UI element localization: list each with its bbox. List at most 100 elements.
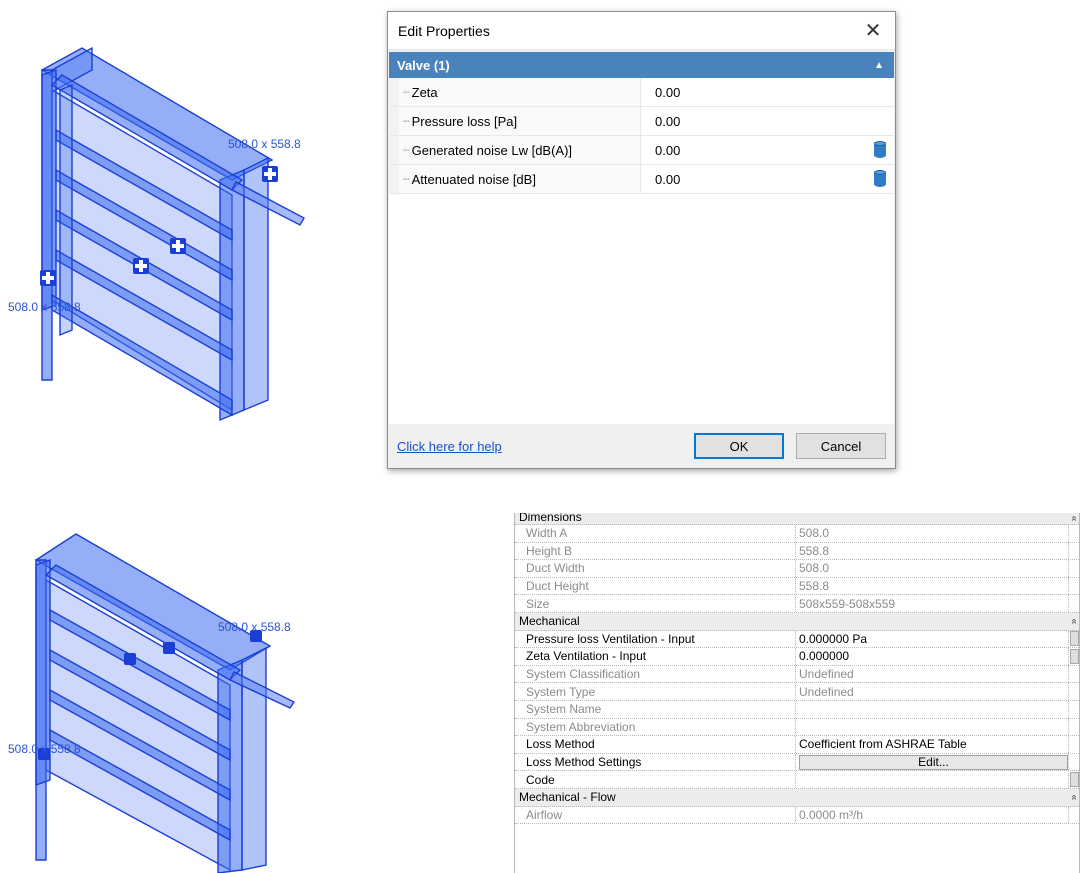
dialog-titlebar[interactable]: Edit Properties ✕ [388, 12, 895, 50]
row-scroll-handle[interactable] [1069, 771, 1079, 788]
viewport-bottom[interactable]: 508.0 x 558.8 508.0 x 558.8 [0, 520, 330, 873]
row-value: 558.8 [796, 577, 1069, 595]
row-gutter [1069, 543, 1079, 560]
property-value-text[interactable]: 0.00 [655, 143, 680, 158]
property-value[interactable]: 0.00 [641, 165, 894, 193]
row-pressure-loss-ventilation[interactable]: Pressure loss Ventilation - Input 0.0000… [515, 630, 1079, 649]
row-value-cell: Edit... [796, 753, 1069, 771]
group-dimensions-label: Dimensions [519, 513, 582, 524]
group-mechanical-label: Mechanical [519, 614, 580, 629]
row-loss-method-settings[interactable]: Loss Method Settings Edit... [515, 753, 1079, 772]
row-scroll-handle[interactable] [1069, 648, 1079, 665]
ok-button[interactable]: OK [694, 433, 784, 459]
chevron-up-icon[interactable]: ▲ [874, 60, 884, 71]
close-icon[interactable]: ✕ [861, 21, 885, 41]
database-icon[interactable] [874, 170, 886, 188]
loss-method-select[interactable]: Coefficient from ASHRAE Table [796, 736, 1069, 753]
row-gutter [389, 107, 399, 135]
row-gutter [1069, 754, 1079, 771]
tree-connector-icon: ┄ [403, 143, 410, 157]
damper-model-bottom[interactable] [0, 520, 330, 873]
row-gutter [1069, 807, 1079, 824]
group-mechanical-flow[interactable]: Mechanical - Flow » [515, 788, 1080, 807]
database-icon[interactable] [874, 141, 886, 159]
property-name: ┄ Generated noise Lw [dB(A)] [399, 136, 641, 164]
property-row[interactable]: ┄ Pressure loss [Pa] 0.00 [389, 107, 894, 136]
scrollbar-thumb[interactable] [1069, 772, 1079, 788]
scrollbar-thumb[interactable] [1069, 631, 1079, 647]
damper-model-top[interactable] [0, 30, 330, 430]
property-row[interactable]: ┄ Attenuated noise [dB] 0.00 [389, 165, 894, 194]
group-mechanical-flow-label: Mechanical - Flow [519, 790, 616, 805]
property-value-text[interactable]: 0.00 [655, 172, 680, 187]
properties-panel: Dimensions » Width A 508.0 Height B 558.… [514, 513, 1080, 873]
edit-button[interactable]: Edit... [799, 754, 1068, 770]
row-label: System Abbreviation [515, 718, 796, 736]
group-header-valve[interactable]: Valve (1) ▲ [389, 52, 894, 78]
row-zeta-ventilation[interactable]: Zeta Ventilation - Input 0.000000 [515, 648, 1079, 666]
row-gutter [1069, 595, 1079, 612]
row-label: Size [515, 595, 796, 612]
property-name: ┄ Pressure loss [Pa] [399, 107, 641, 135]
row-loss-method[interactable]: Loss Method Coefficient from ASHRAE Tabl… [515, 736, 1079, 754]
row-label: System Classification [515, 665, 796, 683]
dialog-title: Edit Properties [398, 22, 490, 39]
property-name-label: Generated noise Lw [dB(A)] [411, 142, 573, 158]
property-row[interactable]: ┄ Generated noise Lw [dB(A)] 0.00 [389, 136, 894, 165]
property-value-text[interactable]: 0.00 [655, 114, 680, 129]
tree-connector-icon: ┄ [403, 114, 410, 128]
collapse-icon[interactable]: » [1069, 514, 1080, 524]
property-row[interactable]: ┄ Zeta 0.00 [389, 78, 894, 107]
row-value: 508x559-508x559 [796, 595, 1069, 612]
row-gutter [389, 78, 399, 106]
row-height-b: Height B 558.8 [515, 542, 1079, 561]
row-airflow: Airflow 0.0000 m³/h [515, 806, 1079, 825]
scrollbar-thumb[interactable] [1069, 648, 1079, 664]
row-value: Undefined [796, 665, 1069, 683]
dimension-label-left: 508.0 x 558.8 [8, 300, 81, 314]
row-gutter [389, 136, 399, 164]
row-gutter [1069, 683, 1079, 700]
row-value: 508.0 [796, 525, 1069, 542]
row-label: System Type [515, 683, 796, 700]
tree-connector-icon: ┄ [403, 172, 410, 186]
row-gutter [1069, 560, 1079, 577]
row-gutter [389, 165, 399, 193]
row-label: Loss Method [515, 736, 796, 753]
row-width-a: Width A 508.0 [515, 525, 1079, 543]
row-scroll-handle[interactable] [1069, 631, 1079, 648]
collapse-icon[interactable]: » [1066, 792, 1080, 802]
property-value[interactable]: 0.00 [641, 78, 894, 106]
row-label: Loss Method Settings [515, 753, 796, 771]
code-input[interactable] [796, 771, 1069, 788]
row-label: Duct Height [515, 577, 796, 595]
property-value[interactable]: 0.00 [641, 107, 894, 135]
property-name: ┄ Zeta [399, 78, 641, 106]
row-code[interactable]: Code [515, 771, 1079, 789]
collapse-icon[interactable]: » [1066, 616, 1080, 626]
tree-connector-icon: ┄ [403, 85, 410, 99]
dimension-label-left-bottom: 508.0 x 558.8 [8, 742, 81, 756]
row-label: Height B [515, 542, 796, 560]
viewport-top[interactable]: 508.0 x 558.8 508.0 x 558.8 [0, 30, 330, 430]
row-label: System Name [515, 700, 796, 718]
row-gutter [1069, 701, 1079, 718]
group-mechanical[interactable]: Mechanical » [515, 612, 1080, 631]
edit-properties-dialog: Edit Properties ✕ Valve (1) ▲ ┄ Zeta 0.00 ┄… [387, 11, 896, 469]
pressure-loss-input[interactable]: 0.000000 Pa [796, 630, 1069, 648]
row-value: 508.0 [796, 560, 1069, 577]
row-duct-height: Duct Height 558.8 [515, 577, 1079, 596]
row-value: 558.8 [796, 542, 1069, 560]
row-value: Undefined [796, 683, 1069, 700]
group-dimensions[interactable]: Dimensions » [515, 513, 1079, 525]
row-system-classification: System Classification Undefined [515, 665, 1079, 684]
zeta-input[interactable]: 0.000000 [796, 648, 1069, 665]
row-gutter [1069, 578, 1079, 595]
cancel-button[interactable]: Cancel [796, 433, 886, 459]
help-link[interactable]: Click here for help [397, 439, 682, 454]
property-value[interactable]: 0.00 [641, 136, 894, 164]
row-label: Duct Width [515, 560, 796, 577]
property-value-text[interactable]: 0.00 [655, 85, 680, 100]
dimension-label-right: 508.0 x 558.8 [228, 137, 301, 151]
row-value [796, 700, 1069, 718]
